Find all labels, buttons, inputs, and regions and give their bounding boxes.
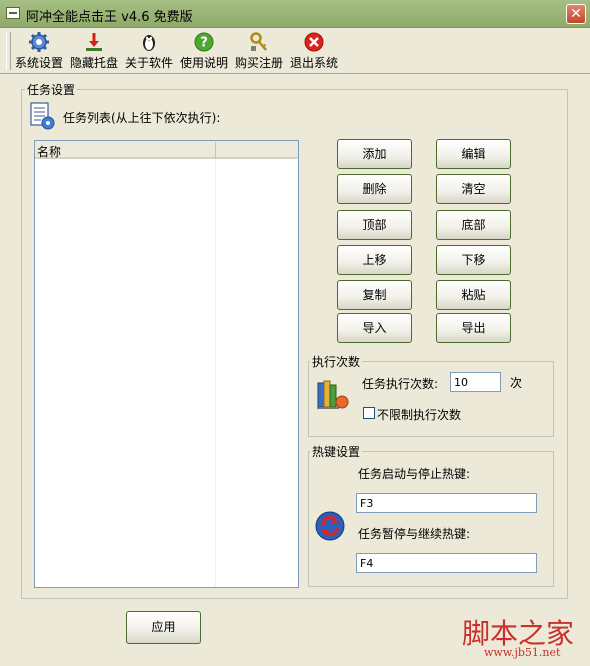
delete-button[interactable]: 删除 xyxy=(337,174,412,204)
task-list-icon xyxy=(30,102,55,130)
system-settings-button[interactable]: 系统设置 xyxy=(12,31,66,71)
about-button[interactable]: 关于软件 xyxy=(122,31,176,71)
paste-button[interactable]: 粘贴 xyxy=(436,280,511,310)
refresh-icon xyxy=(315,511,345,541)
clear-button[interactable]: 清空 xyxy=(436,174,511,204)
toolbar-label: 关于软件 xyxy=(124,56,173,70)
task-list[interactable]: 名称 xyxy=(34,140,299,588)
bottom-button[interactable]: 底部 xyxy=(436,210,511,240)
title-bar[interactable]: 阿冲全能点击王 v4.6 免费版 ✕ xyxy=(0,0,590,28)
exec-count-label: 任务执行次数: xyxy=(362,377,439,391)
help-icon: ? xyxy=(194,32,214,52)
penguin-icon xyxy=(143,35,155,51)
task-list-header: 名称 xyxy=(35,141,298,159)
column-header-name[interactable]: 名称 xyxy=(37,143,61,160)
toolbar-grip[interactable] xyxy=(6,32,11,70)
app-menu-icon[interactable] xyxy=(6,7,20,19)
window-title: 阿冲全能点击王 v4.6 免费版 xyxy=(26,10,193,25)
books-icon xyxy=(317,380,349,409)
hide-tray-button[interactable]: 隐藏托盘 xyxy=(67,31,121,71)
toolbar-label: 系统设置 xyxy=(14,56,63,70)
exec-count-input[interactable] xyxy=(450,372,501,392)
pause-resume-hotkey-label: 任务暂停与继续热键: xyxy=(358,527,471,541)
edit-button[interactable]: 编辑 xyxy=(436,139,511,169)
download-arrow-icon xyxy=(86,33,102,51)
import-button[interactable]: 导入 xyxy=(337,313,412,343)
close-button[interactable]: ✕ xyxy=(566,4,586,24)
apply-button[interactable]: 应用 xyxy=(126,611,201,644)
watermark-url: www.jb51.net xyxy=(484,646,561,659)
column-divider-body xyxy=(215,159,216,587)
toolbar-label: 隐藏托盘 xyxy=(69,56,118,70)
top-button[interactable]: 顶部 xyxy=(337,210,412,240)
move-down-button[interactable]: 下移 xyxy=(436,245,511,275)
exit-button[interactable]: 退出系统 xyxy=(287,31,341,71)
toolbar: 系统设置 隐藏托盘 关于软件 ? 使用说明 购买注册 退出系统 xyxy=(0,28,590,74)
add-button[interactable]: 添加 xyxy=(337,139,412,169)
task-list-caption: 任务列表(从上往下依次执行): xyxy=(63,111,221,125)
toolbar-label: 使用说明 xyxy=(179,56,228,70)
exec-count-title: 执行次数 xyxy=(310,353,363,370)
toolbar-label: 退出系统 xyxy=(289,56,338,70)
unlimited-exec-label[interactable]: 不限制执行次数 xyxy=(377,406,461,423)
gear-icon xyxy=(29,32,49,52)
exec-count-unit: 次 xyxy=(510,376,523,390)
start-stop-hotkey-input[interactable] xyxy=(356,493,537,513)
help-button[interactable]: ? 使用说明 xyxy=(177,31,231,71)
hotkey-settings-title: 热键设置 xyxy=(310,443,363,460)
move-up-button[interactable]: 上移 xyxy=(337,245,412,275)
toolbar-label: 购买注册 xyxy=(234,56,283,70)
start-stop-hotkey-label: 任务启动与停止热键: xyxy=(358,467,471,481)
exit-icon xyxy=(304,32,324,52)
copy-button[interactable]: 复制 xyxy=(337,280,412,310)
pause-resume-hotkey-input[interactable] xyxy=(356,553,537,573)
column-divider[interactable] xyxy=(215,142,216,158)
task-settings-title: 任务设置 xyxy=(25,81,78,98)
unlimited-exec-checkbox[interactable] xyxy=(363,407,375,419)
svg-text:?: ? xyxy=(200,36,208,51)
purchase-register-button[interactable]: 购买注册 xyxy=(232,31,286,71)
key-icon xyxy=(250,32,267,51)
export-button[interactable]: 导出 xyxy=(436,313,511,343)
